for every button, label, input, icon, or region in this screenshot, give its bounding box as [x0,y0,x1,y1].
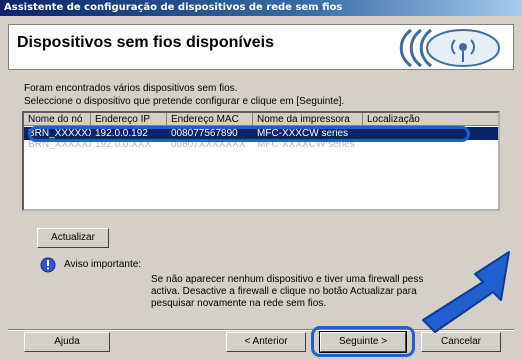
column-header-node-name[interactable]: Nome do nó [24,113,91,126]
header-banner: Dispositivos sem fios disponíveis [8,24,514,70]
notice-line: activa. Desactive a firewall e clique no… [151,286,417,297]
next-button-highlight-ring [311,326,415,357]
instruction-line: Seleccione o dispositivo que pretende co… [24,96,345,107]
column-header-location[interactable]: Localização [363,113,498,126]
back-button[interactable]: < Anterior [226,332,306,352]
notice-text: Se não aparecer nenhum dispositivo e tiv… [151,274,423,310]
selection-highlight-ring [28,126,470,142]
wireless-icon [399,28,500,68]
setup-wizard-window: Assistente de configuração de dispositiv… [0,0,522,359]
instructions: Foram encontrados vários dispositivos se… [24,82,344,108]
notice-line: pesquisar novamente na rede sem fios. [151,298,327,309]
refresh-button[interactable]: Actualizar [37,228,109,248]
device-list-header: Nome do nó Endereço IP Endereço MAC Nome… [24,113,498,127]
warning-icon [40,257,56,273]
notice-line: Se não aparecer nenhum dispositivo e tiv… [151,274,424,285]
arrow-icon [422,251,510,333]
instruction-line: Foram encontrados vários dispositivos se… [24,83,238,94]
window-title: Assistente de configuração de dispositiv… [0,0,522,16]
column-header-mac[interactable]: Endereço MAC [167,113,253,126]
page-title: Dispositivos sem fios disponíveis [17,34,274,51]
column-header-ip[interactable]: Endereço IP [91,113,167,126]
notice-title: Aviso importante: [64,259,142,270]
help-button[interactable]: Ajuda [24,332,110,352]
column-header-printer-name[interactable]: Nome da impressora [253,113,363,126]
